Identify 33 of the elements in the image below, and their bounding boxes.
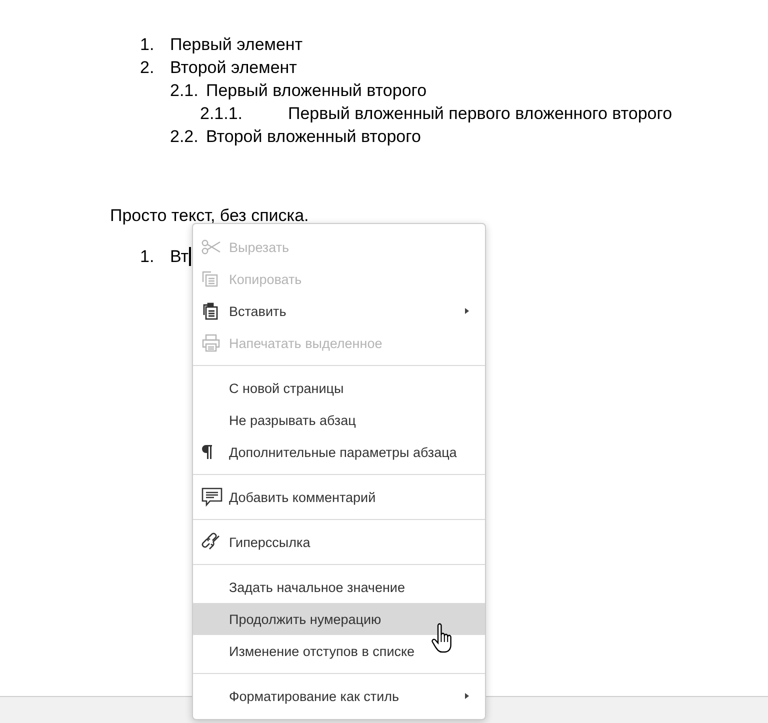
menu-item[interactable]: С новой страницы	[193, 372, 485, 404]
menu-item[interactable]: Дополнительные параметры абзаца	[193, 436, 485, 468]
list-number: 2.1.1.	[200, 103, 244, 125]
submenu-arrow-icon	[465, 308, 469, 314]
list-item-text: Первый элемент	[170, 34, 303, 56]
menu-item[interactable]: Задать начальное значение	[193, 571, 485, 603]
text-cursor	[188, 247, 191, 266]
menu-item[interactable]: Гиперссылка	[193, 526, 485, 558]
submenu-arrow-icon	[465, 693, 469, 699]
menu-item[interactable]: Форматирование как стиль	[193, 680, 485, 712]
paragraph-text: Просто текст, без списка.	[110, 205, 310, 227]
list-item-text: Второй вложенный второго	[206, 126, 421, 148]
clipboard-icon	[201, 302, 219, 320]
list-number: 1.	[140, 34, 156, 56]
list-item-text: Второй элемент	[170, 57, 297, 79]
menu-item[interactable]: Вставить	[193, 295, 485, 327]
list-number: 1.	[140, 246, 156, 268]
pilcrow-icon	[201, 444, 213, 460]
printer-icon	[201, 334, 221, 352]
list-item-text: Первый вложенный второго	[206, 80, 427, 102]
list-number: 2.	[140, 57, 156, 79]
link-icon	[201, 532, 221, 552]
copy-icon	[201, 270, 219, 288]
menu-item[interactable]: Изменение отступов в списке	[193, 635, 485, 667]
menu-item[interactable]: Продолжить нумерацию	[193, 603, 485, 635]
list-item-text: Первый вложенный первого вложенного второго	[288, 103, 672, 125]
list-item-text: Вт	[170, 246, 189, 268]
scissors-icon	[201, 239, 221, 255]
menu-item[interactable]: Не разрывать абзац	[193, 404, 485, 436]
menu-item[interactable]: Добавить комментарий	[193, 481, 485, 513]
list-number: 2.1.	[170, 80, 200, 102]
list-number: 2.2.	[170, 126, 200, 148]
comment-icon	[201, 487, 223, 507]
